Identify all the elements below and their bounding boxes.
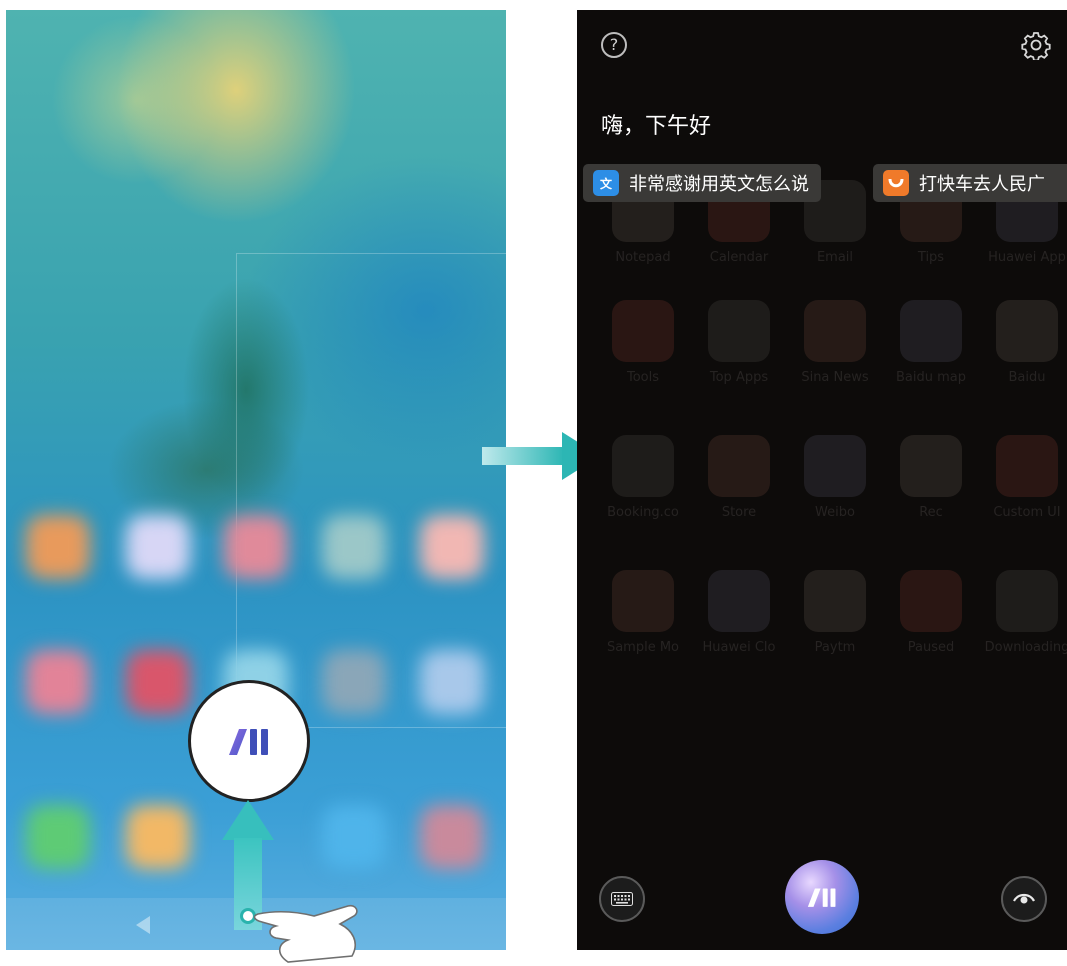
scan-button[interactable] bbox=[1001, 876, 1047, 922]
suggestion-chip-translate[interactable]: 文 非常感谢用英文怎么说 bbox=[583, 164, 821, 202]
blurred-app-icon bbox=[420, 515, 484, 579]
dimmed-app-icon bbox=[612, 570, 674, 632]
dimmed-app-label: Baidu map bbox=[895, 370, 966, 385]
keyboard-icon bbox=[611, 892, 633, 906]
dimmed-app-label: Tips bbox=[917, 250, 945, 265]
dimmed-app-label: Notepad bbox=[615, 250, 671, 265]
help-icon[interactable]: ? bbox=[601, 32, 627, 58]
back-icon[interactable] bbox=[136, 916, 150, 934]
didi-icon bbox=[883, 170, 909, 196]
blurred-app-icon bbox=[26, 515, 90, 579]
blurred-app-icon bbox=[420, 805, 484, 869]
translate-icon: 文 bbox=[593, 170, 619, 196]
dimmed-app-icon bbox=[900, 435, 962, 497]
ai-logo-icon bbox=[229, 729, 268, 755]
dimmed-app-icon bbox=[804, 435, 866, 497]
blurred-app-icon bbox=[322, 805, 386, 869]
dimmed-app-icon bbox=[612, 435, 674, 497]
blurred-app-icon bbox=[126, 515, 190, 579]
greeting-text: 嗨，下午好 bbox=[601, 114, 712, 139]
gear-icon[interactable] bbox=[1021, 30, 1051, 60]
dimmed-app-icon bbox=[612, 300, 674, 362]
dimmed-app-label: Email bbox=[816, 250, 854, 265]
dimmed-app-label: Tools bbox=[626, 370, 660, 385]
blurred-app-icon bbox=[224, 515, 288, 579]
dimmed-app-label: Booking.co bbox=[607, 505, 679, 520]
dimmed-app-icon bbox=[996, 435, 1058, 497]
dimmed-app-icon bbox=[996, 570, 1058, 632]
dimmed-app-label: Store bbox=[721, 505, 757, 520]
ai-logo-icon bbox=[807, 888, 836, 907]
blurred-app-icon bbox=[26, 650, 90, 714]
dimmed-app-label: Downloading bbox=[984, 640, 1067, 655]
dimmed-app-label: Calendar bbox=[709, 250, 769, 265]
eye-scan-icon bbox=[1013, 893, 1035, 904]
dimmed-app-label: Sina News bbox=[801, 370, 869, 385]
dimmed-app-icon bbox=[996, 300, 1058, 362]
dimmed-app-label: Sample Mo bbox=[606, 640, 680, 655]
swipe-up-arrow-icon bbox=[222, 800, 274, 840]
dimmed-app-label: Paytm bbox=[814, 640, 856, 655]
dimmed-app-icon bbox=[900, 570, 962, 632]
keyboard-button[interactable] bbox=[599, 876, 645, 922]
dimmed-app-label: Paused bbox=[907, 640, 955, 655]
dimmed-app-icon bbox=[804, 570, 866, 632]
dimmed-app-label: Custom UI bbox=[993, 505, 1061, 520]
hand-gesture-icon bbox=[253, 904, 358, 963]
blurred-app-icon bbox=[322, 515, 386, 579]
dimmed-app-label: Huawei Clo bbox=[702, 640, 776, 655]
dimmed-app-label: Huawei App bbox=[988, 250, 1066, 265]
suggestion-label: 非常感谢用英文怎么说 bbox=[629, 174, 809, 195]
blurred-app-icon bbox=[322, 650, 386, 714]
blurred-app-icon bbox=[26, 805, 90, 869]
blurred-app-icon bbox=[420, 650, 484, 714]
dimmed-app-icon bbox=[708, 435, 770, 497]
voice-assistant-button[interactable] bbox=[785, 860, 859, 934]
dimmed-app-icon bbox=[708, 570, 770, 632]
dimmed-app-label: Baidu bbox=[1008, 370, 1046, 385]
dimmed-app-label: Top Apps bbox=[709, 370, 769, 385]
dimmed-app-label: Rec bbox=[919, 505, 943, 520]
dimmed-app-label: Weibo bbox=[815, 505, 855, 520]
suggestion-chip-ride[interactable]: 打快车去人民广 bbox=[873, 164, 1067, 202]
assistant-launcher-button[interactable] bbox=[188, 680, 310, 802]
blurred-app-icon bbox=[126, 805, 190, 869]
dimmed-app-icon bbox=[708, 300, 770, 362]
suggestion-label: 打快车去人民广 bbox=[919, 174, 1045, 195]
dimmed-app-icon bbox=[804, 300, 866, 362]
right-phone-screen: Notepad Calendar Email Tips Huawei App Tools T… bbox=[577, 10, 1067, 950]
blurred-app-icon bbox=[126, 650, 190, 714]
dimmed-app-icon bbox=[900, 300, 962, 362]
